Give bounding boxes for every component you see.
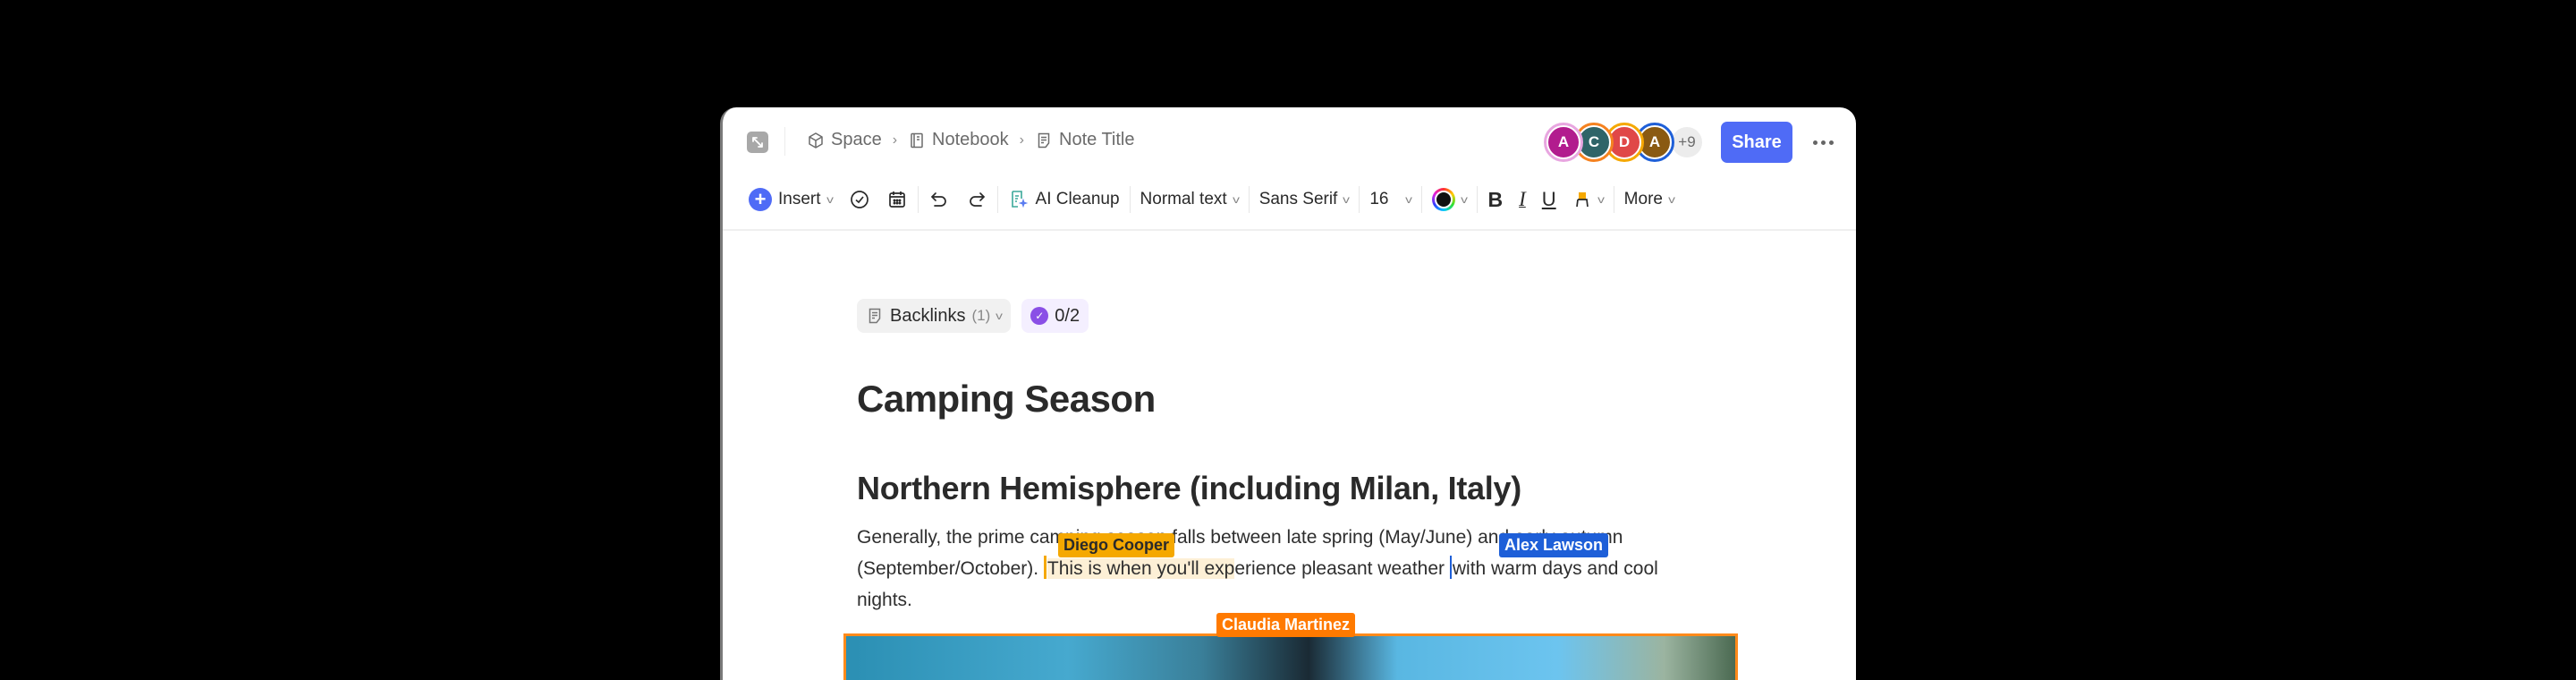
breadcrumb-label: Notebook	[932, 130, 1009, 149]
plus-icon: +	[749, 188, 772, 211]
text-style-value: Normal text	[1140, 190, 1227, 208]
chevron-down-icon: v	[996, 310, 1004, 322]
avatar-ring	[1544, 123, 1583, 162]
divider	[996, 186, 998, 213]
divider	[1248, 186, 1250, 213]
document-icon	[869, 308, 881, 324]
note-icon	[1038, 132, 1050, 148]
breadcrumb-notebook[interactable]: Notebook	[908, 130, 1009, 150]
divider	[1477, 186, 1479, 213]
redo-button[interactable]	[958, 182, 996, 217]
ai-sparkle-icon	[1011, 191, 1028, 208]
expand-button[interactable]	[747, 132, 768, 153]
highlight-button[interactable]: v	[1564, 182, 1612, 217]
tasks-progress-button[interactable]: ✓ 0/2	[1021, 299, 1089, 333]
insert-label: Insert	[778, 190, 821, 208]
chevron-down-icon: v	[1597, 193, 1605, 206]
text-style-select[interactable]: Normal text v	[1132, 182, 1247, 217]
redo-icon	[969, 192, 985, 207]
breadcrumb-space[interactable]: Space	[807, 130, 882, 150]
more-label: More	[1623, 190, 1663, 208]
font-family-value: Sans Serif	[1258, 190, 1338, 208]
breadcrumb-note[interactable]: Note Title	[1035, 130, 1134, 150]
date-button[interactable]	[878, 182, 916, 217]
breadcrumb: Space › Notebook › Note Title	[807, 130, 1134, 150]
document-title[interactable]: Camping Season	[857, 378, 1156, 421]
more-collaborators-badge[interactable]: +9	[1669, 124, 1705, 160]
text-color-picker[interactable]: v	[1424, 182, 1475, 217]
expand-icon	[752, 137, 763, 148]
section-heading[interactable]: Northern Hemisphere (including Milan, It…	[857, 470, 1521, 507]
collaborator-cursor-alex	[1449, 556, 1452, 579]
color-wheel-icon	[1432, 188, 1456, 211]
underline-icon: U	[1541, 188, 1556, 210]
notebook-icon	[911, 132, 923, 148]
backlinks-label: Backlinks	[890, 305, 966, 326]
more-button[interactable]: More v	[1616, 182, 1682, 217]
breadcrumb-label: Space	[831, 130, 882, 149]
breadcrumb-label: Note Title	[1059, 130, 1135, 149]
top-bar: Space › Notebook › Note Title A C D A +9 Sha…	[723, 107, 1856, 170]
italic-button[interactable]: I	[1511, 182, 1534, 217]
collaborator-cursor-diego	[1043, 556, 1046, 579]
bold-icon: B	[1487, 187, 1504, 211]
embedded-image[interactable]	[843, 633, 1738, 680]
cursor-label-alex: Alex Lawson	[1499, 533, 1609, 557]
cube-icon	[809, 132, 823, 149]
backlinks-count: (1)	[971, 307, 991, 324]
paragraph-text: erience pleasant weather	[1234, 558, 1450, 579]
font-family-select[interactable]: Sans Serif v	[1251, 182, 1358, 217]
calendar-icon	[888, 191, 905, 208]
chevron-down-icon: v	[1461, 193, 1469, 206]
more-options-icon[interactable]	[1809, 129, 1836, 156]
bold-button[interactable]: B	[1479, 182, 1511, 217]
insert-button[interactable]: + Insert v	[741, 182, 841, 217]
highlighter-icon	[1575, 192, 1589, 208]
chevron-down-icon: v	[1405, 193, 1413, 206]
chevron-down-icon: v	[826, 193, 834, 206]
font-size-value: 16	[1369, 190, 1389, 208]
note-window: Space › Notebook › Note Title A C D A +9 Sha…	[720, 107, 1856, 680]
collaborator-avatars[interactable]: A C D A +9	[1544, 123, 1705, 162]
divider	[1421, 186, 1423, 213]
divider	[917, 186, 919, 213]
chevron-down-icon: v	[1232, 193, 1240, 206]
divider	[784, 127, 785, 156]
meta-row: Backlinks (1) v ✓ 0/2	[857, 299, 1089, 333]
check-icon: ✓	[1030, 307, 1049, 325]
avatar[interactable]: A	[1544, 123, 1583, 162]
share-button[interactable]: Share	[1721, 122, 1792, 163]
collaborator-selection: This is when you'll exp	[1046, 558, 1235, 579]
divider	[1129, 186, 1131, 213]
italic-icon: I	[1519, 188, 1526, 210]
chevron-right-icon: ›	[892, 132, 898, 148]
cursor-label-diego: Diego Cooper	[1058, 533, 1175, 557]
editor-toolbar: + Insert v AI Cleanup Normal text v Sans…	[723, 170, 1856, 231]
task-button[interactable]	[841, 182, 878, 217]
ai-cleanup-label: AI Cleanup	[1035, 190, 1120, 208]
cursor-label-claudia: Claudia Martinez	[1216, 613, 1356, 637]
underline-button[interactable]: U	[1534, 182, 1564, 217]
backlinks-button[interactable]: Backlinks (1) v	[857, 299, 1012, 333]
undo-button[interactable]	[920, 182, 958, 217]
undo-icon	[930, 192, 946, 207]
ai-cleanup-button[interactable]: AI Cleanup	[1000, 182, 1128, 217]
chevron-down-icon: v	[1668, 193, 1675, 206]
font-size-select[interactable]: 16 v	[1361, 182, 1419, 217]
divider	[1359, 186, 1360, 213]
chevron-right-icon: ›	[1019, 132, 1024, 148]
chevron-down-icon: v	[1343, 193, 1351, 206]
tasks-progress: 0/2	[1055, 305, 1080, 326]
check-circle-icon	[850, 191, 869, 208]
